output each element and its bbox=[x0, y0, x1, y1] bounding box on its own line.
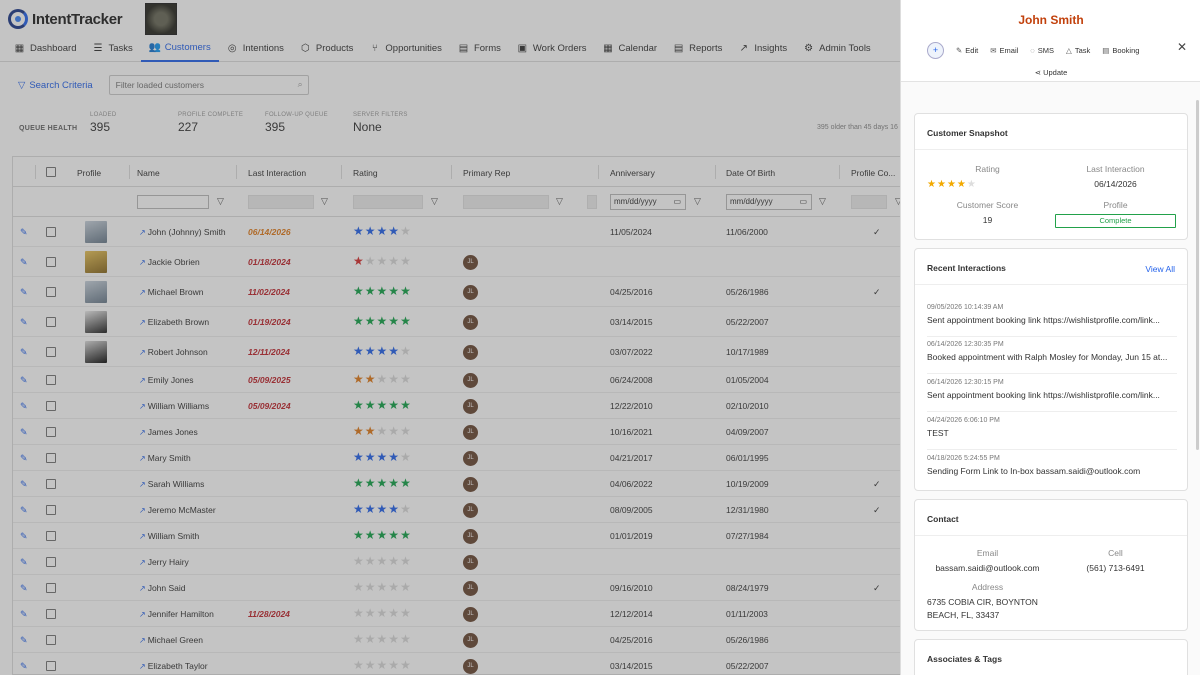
interaction-text: Sent appointment booking link https://wi… bbox=[927, 315, 1160, 325]
address-value: 6735 COBIA CIR, BOYNTON BEACH, FL, 33437 bbox=[927, 597, 1038, 620]
interaction-timestamp: 06/14/2026 12:30:35 PM bbox=[927, 341, 1004, 348]
action-label: SMS bbox=[1037, 46, 1055, 55]
last-interaction-value: 06/14/2026 bbox=[1094, 179, 1137, 189]
interaction-text: TEST bbox=[927, 428, 949, 438]
interaction-timestamp: 06/14/2026 12:30:15 PM bbox=[927, 379, 1004, 386]
customer-name-title: John Smith bbox=[1018, 13, 1084, 27]
panel-header: John Smith + ✎ Edit ✉ Email ◌ SMS △ Task ▤ Bookin… bbox=[901, 0, 1200, 82]
edit-icon: ✎ bbox=[956, 46, 963, 55]
interaction-text: Booked appointment with Ralph Mosley for… bbox=[927, 352, 1168, 362]
share-icon: ⋖ bbox=[1034, 68, 1041, 77]
quick-add-button[interactable]: + bbox=[927, 42, 944, 59]
bell-icon: △ bbox=[1066, 46, 1072, 55]
booking-action-button[interactable]: ▤ Booking bbox=[1102, 46, 1139, 55]
associates-title: Associates & Tags bbox=[927, 654, 1002, 664]
contact-title: Contact bbox=[927, 514, 959, 524]
cell-label: Cell bbox=[1108, 548, 1123, 558]
update-label: Update bbox=[1043, 68, 1068, 77]
interaction-timestamp: 04/24/2026 6:06:10 PM bbox=[927, 417, 1000, 424]
email-value[interactable]: bassam.saidi@outlook.com bbox=[927, 563, 1048, 573]
list-item[interactable]: 06/14/2026 12:30:35 PM Booked appointment… bbox=[927, 341, 1177, 362]
customer-detail-panel: John Smith + ✎ Edit ✉ Email ◌ SMS △ Task ▤ Bookin… bbox=[900, 0, 1200, 675]
divider bbox=[927, 336, 1177, 337]
divider bbox=[927, 411, 1177, 412]
update-button[interactable]: ⋖ Update bbox=[901, 68, 1200, 77]
interaction-text: Sending Form Link to In-box bassam.saidi… bbox=[927, 466, 1141, 476]
interaction-timestamp: 04/18/2026 5:24:55 PM bbox=[927, 455, 1000, 462]
customer-snapshot-card: Customer Snapshot Rating ★★★★★ Last Inte… bbox=[914, 113, 1188, 240]
cell-value[interactable]: (561) 713-6491 bbox=[1055, 563, 1176, 573]
star-icon: ★ bbox=[956, 179, 967, 190]
associates-tags-card: Associates & Tags bbox=[914, 639, 1188, 675]
star-icon: ★ bbox=[966, 179, 977, 190]
customer-score-value: 19 bbox=[982, 215, 993, 225]
rating-label: Rating bbox=[975, 164, 1000, 174]
star-icon: ★ bbox=[946, 179, 957, 190]
snapshot-title: Customer Snapshot bbox=[927, 128, 1008, 138]
interaction-timestamp: 09/05/2026 10:14:39 AM bbox=[927, 304, 1004, 311]
edit-action-button[interactable]: ✎ Edit bbox=[956, 46, 978, 55]
star-icon: ★ bbox=[936, 179, 947, 190]
customer-score-label: Customer Score bbox=[956, 200, 1019, 210]
action-label: Booking bbox=[1112, 46, 1140, 55]
modal-backdrop[interactable] bbox=[0, 0, 900, 675]
list-item[interactable]: 04/18/2026 5:24:55 PM Sending Form Link t… bbox=[927, 455, 1177, 476]
panel-actions: + ✎ Edit ✉ Email ◌ SMS △ Task ▤ Booking bbox=[927, 42, 1139, 59]
profile-status-badge: Complete bbox=[1055, 214, 1176, 228]
email-action-button[interactable]: ✉ Email bbox=[990, 46, 1018, 55]
email-label: Email bbox=[976, 548, 999, 558]
divider bbox=[927, 449, 1177, 450]
last-interaction-label: Last Interaction bbox=[1086, 164, 1145, 174]
view-all-link[interactable]: View All bbox=[1145, 264, 1175, 274]
address-label: Address bbox=[971, 582, 1004, 592]
task-action-button[interactable]: △ Task bbox=[1066, 46, 1090, 55]
rating-stars: ★★★★★ bbox=[927, 179, 977, 190]
app-root: IntentTracker ▦ Dashboard ☰ Tasks 👥 Customers… bbox=[0, 0, 1200, 675]
action-label: Email bbox=[999, 46, 1019, 55]
interaction-text: Sent appointment booking link https://wi… bbox=[927, 390, 1160, 400]
divider bbox=[927, 373, 1177, 374]
panel-scrollbar[interactable] bbox=[1196, 100, 1199, 450]
list-item[interactable]: 06/14/2026 12:30:15 PM Sent appointment b… bbox=[927, 379, 1177, 400]
profile-label: Profile bbox=[1103, 200, 1128, 210]
action-label: Edit bbox=[965, 46, 979, 55]
action-label: Task bbox=[1074, 46, 1091, 55]
chat-icon: ◌ bbox=[1030, 46, 1035, 55]
list-item[interactable]: 09/05/2026 10:14:39 AM Sent appointment b… bbox=[927, 304, 1177, 325]
star-icon: ★ bbox=[927, 179, 937, 190]
sms-action-button[interactable]: ◌ SMS bbox=[1030, 46, 1054, 55]
recent-interactions-card: Recent Interactions View All 09/05/2026 … bbox=[914, 248, 1188, 491]
list-item[interactable]: 04/24/2026 6:06:10 PM TEST bbox=[927, 417, 1177, 438]
close-icon[interactable]: ✕ bbox=[1177, 40, 1187, 54]
calendar-icon: ▤ bbox=[1102, 46, 1110, 55]
mail-icon: ✉ bbox=[990, 46, 997, 55]
contact-card: Contact Email bassam.saidi@outlook.com C… bbox=[914, 499, 1188, 631]
interactions-title: Recent Interactions bbox=[927, 263, 1006, 273]
